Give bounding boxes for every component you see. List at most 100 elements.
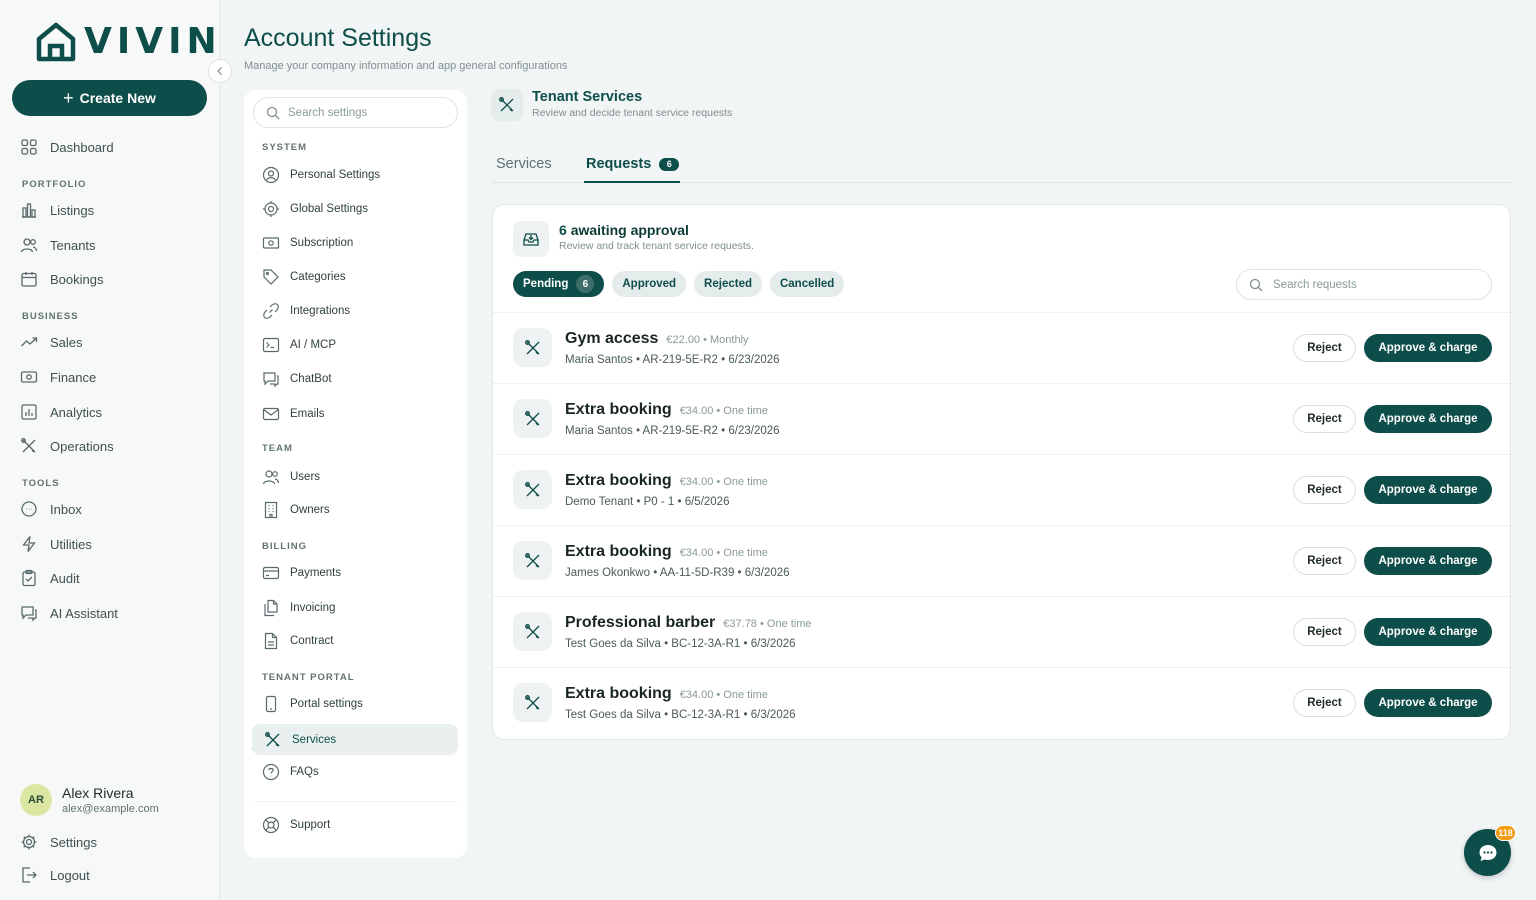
sidebar-item-audit[interactable]: Audit	[20, 566, 80, 590]
users-icon	[262, 470, 280, 485]
awaiting-count: 6	[559, 222, 567, 238]
reject-button[interactable]: Reject	[1293, 405, 1356, 433]
reject-button[interactable]: Reject	[1293, 618, 1356, 646]
settings-item-global[interactable]: Global Settings	[262, 198, 368, 220]
sidebar-label: Inbox	[50, 501, 82, 517]
filter-cancelled[interactable]: Cancelled	[769, 271, 845, 297]
sidebar-item-listings[interactable]: Listings	[20, 198, 94, 222]
settings-search-input[interactable]	[288, 106, 438, 119]
settings-item-integrations[interactable]: Integrations	[262, 300, 350, 322]
search-icon	[266, 106, 280, 119]
reject-button[interactable]: Reject	[1293, 547, 1356, 575]
sidebar-label: Sales	[50, 334, 83, 350]
sidebar-item-ai-assistant[interactable]: AI Assistant	[20, 601, 118, 625]
approve-charge-button[interactable]: Approve & charge	[1364, 547, 1492, 575]
sidebar-item-dashboard[interactable]: Dashboard	[20, 135, 114, 159]
settings-item-support[interactable]: Support	[262, 814, 330, 836]
lifebuoy-icon	[262, 816, 280, 834]
settings-item-label: Invoicing	[290, 602, 336, 614]
requests-search[interactable]	[1236, 269, 1492, 300]
filter-rejected[interactable]: Rejected	[694, 271, 762, 297]
request-meta: Test Goes da Silva • BC-12-3A-R1 • 6/3/2…	[565, 709, 796, 721]
sidebar-item-sales[interactable]: Sales	[20, 330, 83, 354]
section-business: BUSINESS	[22, 311, 79, 322]
brand-logo[interactable]: VIVIN	[36, 22, 222, 62]
sidebar-item-operations[interactable]: Operations	[20, 434, 114, 458]
request-row: Extra booking €34.00 • One time Demo Ten…	[493, 454, 1510, 525]
approve-charge-button[interactable]: Approve & charge	[1364, 689, 1492, 717]
settings-search[interactable]	[253, 97, 458, 128]
settings-item-label: Subscription	[290, 237, 354, 249]
sidebar-label: Dashboard	[50, 139, 114, 155]
card-title: 6 awaiting approval	[559, 222, 689, 238]
user-profile[interactable]: AR Alex Rivera alex@example.com	[20, 784, 159, 816]
settings-item-label: Contract	[290, 635, 334, 647]
settings-item-ai-mcp[interactable]: AI / MCP	[262, 334, 336, 356]
approve-charge-button[interactable]: Approve & charge	[1364, 405, 1492, 433]
create-new-button[interactable]: + Create New	[12, 80, 207, 116]
request-price: €34.00 • One time	[679, 405, 768, 417]
approve-charge-button[interactable]: Approve & charge	[1364, 476, 1492, 504]
credit-card-icon	[262, 566, 280, 580]
section-subtitle: Review and decide tenant service request…	[532, 107, 733, 119]
settings-item-label: FAQs	[290, 766, 319, 778]
settings-item-faqs[interactable]: FAQs	[262, 761, 319, 783]
settings-item-services[interactable]: Services	[252, 724, 458, 755]
settings-item-chatbot[interactable]: ChatBot	[262, 368, 332, 390]
smartphone-icon	[265, 695, 277, 713]
requests-search-input[interactable]	[1273, 278, 1473, 291]
settings-item-personal[interactable]: Personal Settings	[262, 164, 380, 186]
reject-button[interactable]: Reject	[1293, 476, 1356, 504]
filter-approved[interactable]: Approved	[612, 271, 687, 297]
tools-icon	[513, 470, 552, 509]
building-icon	[264, 501, 278, 519]
approve-charge-button[interactable]: Approve & charge	[1364, 618, 1492, 646]
settings-item-contract[interactable]: Contract	[262, 630, 333, 652]
reject-button[interactable]: Reject	[1293, 334, 1356, 362]
sidebar-item-settings[interactable]: Settings	[20, 830, 97, 854]
settings-item-emails[interactable]: Emails	[262, 403, 325, 425]
approve-charge-button[interactable]: Approve & charge	[1364, 334, 1492, 362]
settings-item-portal-settings[interactable]: Portal settings	[262, 693, 363, 715]
page-title: Account Settings	[244, 24, 432, 52]
tab-services[interactable]: Services	[496, 153, 552, 175]
settings-item-users[interactable]: Users	[262, 466, 320, 488]
settings-item-invoicing[interactable]: Invoicing	[262, 597, 335, 619]
request-row: Extra booking €34.00 • One time James Ok…	[493, 525, 1510, 596]
chat-notification-badge: 118	[1495, 825, 1516, 841]
request-title: Extra booking €34.00 • One time	[565, 472, 768, 490]
calendar-icon	[21, 272, 37, 287]
request-title: Extra booking €34.00 • One time	[565, 401, 768, 419]
filter-pending[interactable]: Pending 6	[513, 271, 605, 297]
request-meta: James Okonkwo • AA-11-5D-R39 • 6/3/2026	[565, 567, 790, 579]
tools-icon	[265, 731, 280, 746]
awaiting-label: awaiting approval	[570, 222, 689, 238]
sidebar-item-tenants[interactable]: Tenants	[20, 233, 96, 257]
settings-item-owners[interactable]: Owners	[262, 499, 330, 521]
settings-item-subscription[interactable]: Subscription	[262, 232, 353, 254]
requests-card: 6 awaiting approval Review and track ten…	[492, 204, 1511, 740]
sidebar-item-bookings[interactable]: Bookings	[20, 267, 103, 291]
tab-requests[interactable]: Requests 6	[586, 153, 680, 175]
tools-icon	[513, 541, 552, 580]
sidebar-item-analytics[interactable]: Analytics	[20, 400, 102, 424]
settings-item-label: Integrations	[290, 305, 351, 317]
settings-item-label: Owners	[290, 504, 330, 516]
settings-item-payments[interactable]: Payments	[262, 562, 341, 584]
collapse-sidebar-button[interactable]	[208, 59, 232, 83]
settings-item-categories[interactable]: Categories	[262, 266, 346, 288]
active-tab-underline	[584, 181, 680, 183]
banknote-icon	[262, 237, 280, 249]
sidebar-item-finance[interactable]: Finance	[20, 365, 96, 389]
request-meta: Maria Santos • AR-219-5E-R2 • 6/23/2026	[565, 425, 780, 437]
reject-button[interactable]: Reject	[1293, 689, 1356, 717]
section-portfolio: PORTFOLIO	[22, 179, 87, 190]
sidebar-item-logout[interactable]: Logout	[20, 863, 90, 887]
sidebar-item-inbox[interactable]: Inbox	[20, 497, 82, 521]
message-square-icon	[21, 606, 37, 622]
settings-item-label: Personal Settings	[290, 169, 381, 181]
sidebar-item-utilities[interactable]: Utilities	[20, 532, 92, 556]
sidebar-label: Audit	[50, 570, 80, 586]
sidebar-label: Finance	[50, 369, 97, 385]
help-circle-icon	[262, 763, 280, 781]
